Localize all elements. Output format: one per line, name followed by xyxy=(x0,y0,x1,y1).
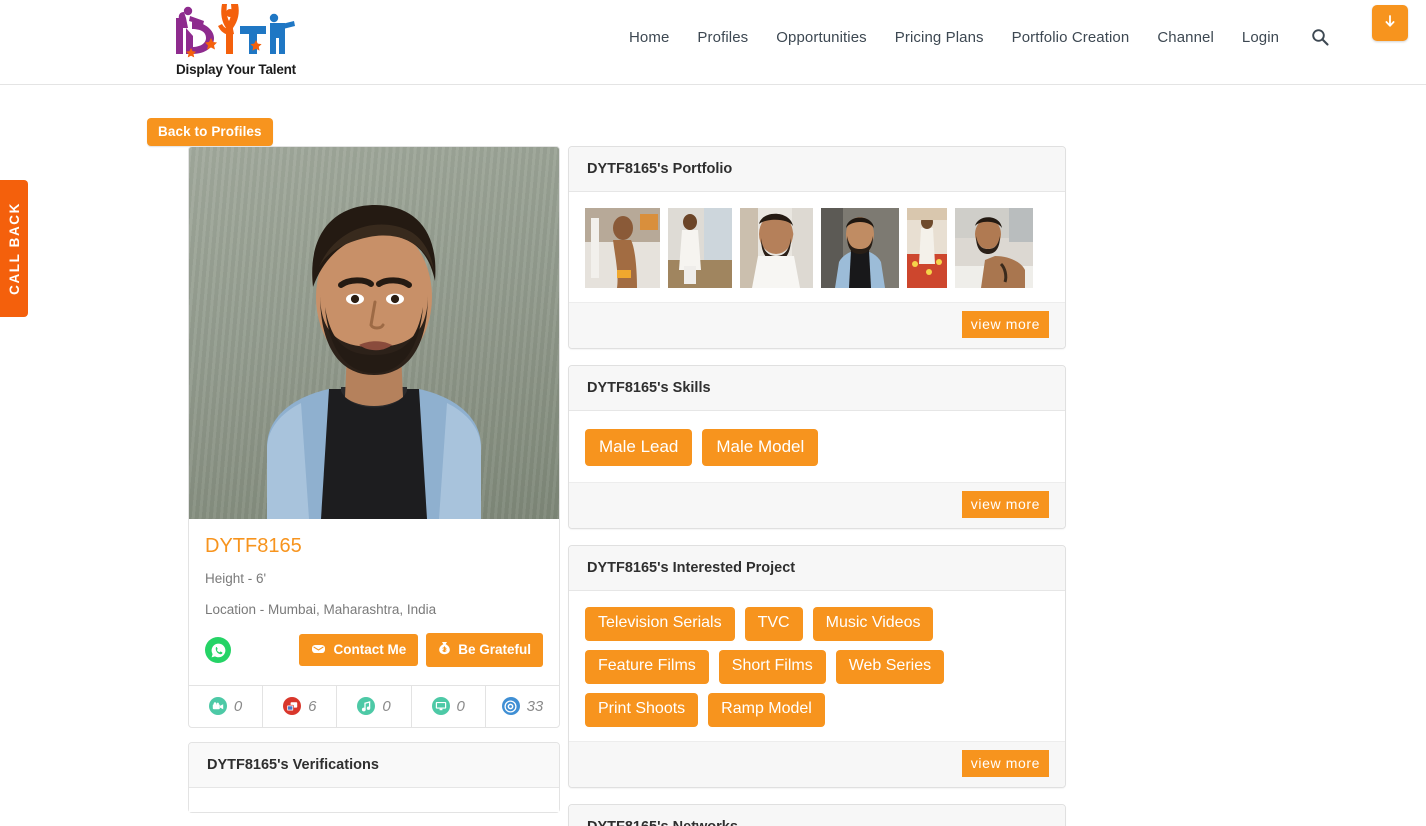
portfolio-thumb-2[interactable] xyxy=(668,208,732,288)
whatsapp-icon[interactable] xyxy=(205,637,231,663)
portfolio-header: DYTF8165's Portfolio xyxy=(569,147,1065,192)
networks-card: DYTF8165's Networks xyxy=(568,804,1066,826)
project-tag-feature-films[interactable]: Feature Films xyxy=(585,650,709,684)
profile-actions: Contact Me Be Grateful xyxy=(205,633,543,667)
nav-item-profiles[interactable]: Profiles xyxy=(683,29,762,46)
interested-project-title: DYTF8165's Interested Project xyxy=(587,560,796,576)
eye-views-icon xyxy=(501,697,520,715)
download-button[interactable] xyxy=(1372,5,1408,41)
profile-info: DYTF8165 Height - 6' Location - Mumbai, … xyxy=(189,519,559,685)
back-to-profiles-button[interactable]: Back to Profiles xyxy=(147,118,273,146)
envelope-icon xyxy=(311,642,326,657)
be-grateful-label: Be Grateful xyxy=(458,642,531,657)
stat-videos[interactable]: 0 xyxy=(189,686,264,727)
call-back-tab[interactable]: CALL BACK xyxy=(0,180,28,317)
portfolio-card: DYTF8165's Portfolio view more xyxy=(568,146,1066,349)
contact-me-button[interactable]: Contact Me xyxy=(299,634,419,666)
logo-mark-icon xyxy=(170,4,300,62)
monitor-icon xyxy=(431,697,450,715)
stat-photos-value: 6 xyxy=(308,697,317,715)
skills-footer: view more xyxy=(569,482,1065,528)
portfolio-thumbnails xyxy=(585,208,1049,288)
profile-photo[interactable] xyxy=(189,147,559,519)
stat-photos[interactable]: 6 xyxy=(263,686,338,727)
contact-me-label: Contact Me xyxy=(333,642,407,657)
profile-location: Location - Mumbai, Maharashtra, India xyxy=(205,602,437,617)
skills-tag-list: Male Lead Male Model xyxy=(585,429,1049,466)
skill-tag-male-model[interactable]: Male Model xyxy=(702,429,819,466)
project-tag-television-serials[interactable]: Television Serials xyxy=(585,607,735,641)
portfolio-body xyxy=(569,192,1065,302)
portfolio-thumb-6[interactable] xyxy=(955,208,1033,288)
skills-body: Male Lead Male Model xyxy=(569,411,1065,482)
profile-right-column: DYTF8165's Portfolio view more DYTF8165'… xyxy=(568,146,1066,826)
portfolio-title: DYTF8165's Portfolio xyxy=(587,161,733,177)
skill-tag-male-lead[interactable]: Male Lead xyxy=(585,429,693,466)
portfolio-thumb-5[interactable] xyxy=(907,208,947,288)
logo-tagline: Display Your Talent xyxy=(176,62,296,77)
stat-screen-value: 0 xyxy=(456,697,465,715)
nav-item-pricing-plans[interactable]: Pricing Plans xyxy=(881,29,998,46)
profile-left-column: DYTF8165 Height - 6' Location - Mumbai, … xyxy=(188,146,560,813)
stat-views[interactable]: 33 xyxy=(486,686,559,727)
project-tag-print-shoots[interactable]: Print Shoots xyxy=(585,693,699,727)
site-logo[interactable]: Display Your Talent xyxy=(170,4,300,82)
verifications-header: DYTF8165's Verifications xyxy=(189,743,559,788)
site-header: Display Your Talent Home Profiles Opport… xyxy=(0,0,1426,85)
nav-item-opportunities[interactable]: Opportunities xyxy=(762,29,881,46)
nav-item-portfolio-creation[interactable]: Portfolio Creation xyxy=(998,29,1144,46)
skills-view-more-button[interactable]: view more xyxy=(961,491,1049,518)
arrow-down-icon xyxy=(1383,14,1397,33)
interested-project-body: Television Serials TVC Music Videos Feat… xyxy=(569,591,1065,741)
portfolio-thumb-1[interactable] xyxy=(585,208,660,288)
money-bag-icon xyxy=(438,641,451,658)
verifications-body xyxy=(189,788,559,812)
profile-stats-bar: 0 6 0 0 33 xyxy=(189,685,559,727)
profile-height: Height - 6' xyxy=(205,571,267,586)
interested-project-tag-list: Television Serials TVC Music Videos Feat… xyxy=(585,607,1049,727)
project-tag-music-videos[interactable]: Music Videos xyxy=(812,607,934,641)
interested-project-header: DYTF8165's Interested Project xyxy=(569,546,1065,591)
stat-audio-value: 0 xyxy=(382,697,391,715)
search-icon[interactable] xyxy=(1311,28,1329,46)
stat-audio[interactable]: 0 xyxy=(337,686,412,727)
verifications-title: DYTF8165's Verifications xyxy=(207,757,379,773)
profile-card: DYTF8165 Height - 6' Location - Mumbai, … xyxy=(188,146,560,728)
interested-project-view-more-button[interactable]: view more xyxy=(961,750,1049,777)
nav-item-channel[interactable]: Channel xyxy=(1143,29,1228,46)
skills-title: DYTF8165's Skills xyxy=(587,380,711,396)
portfolio-thumb-4[interactable] xyxy=(821,208,899,288)
stat-views-value: 33 xyxy=(526,697,544,715)
networks-header: DYTF8165's Networks xyxy=(569,805,1065,826)
networks-title: DYTF8165's Networks xyxy=(587,819,1047,826)
main-navigation: Home Profiles Opportunities Pricing Plan… xyxy=(615,28,1329,46)
stat-screen[interactable]: 0 xyxy=(412,686,486,727)
interested-project-card: DYTF8165's Interested Project Television… xyxy=(568,545,1066,788)
portfolio-thumb-3[interactable] xyxy=(740,208,813,288)
stat-videos-value: 0 xyxy=(233,697,243,715)
nav-item-home[interactable]: Home xyxy=(615,29,683,46)
interested-project-footer: view more xyxy=(569,741,1065,787)
be-grateful-button[interactable]: Be Grateful xyxy=(426,633,543,667)
profile-name: DYTF8165 xyxy=(205,535,302,557)
portfolio-footer: view more xyxy=(569,302,1065,348)
photos-icon xyxy=(283,697,302,715)
video-camera-icon xyxy=(208,697,227,715)
project-tag-tvc[interactable]: TVC xyxy=(744,607,803,641)
music-note-icon xyxy=(357,697,376,715)
nav-item-login[interactable]: Login xyxy=(1228,29,1293,46)
project-tag-web-series[interactable]: Web Series xyxy=(835,650,945,684)
profile-photo-subject xyxy=(267,205,481,519)
call-back-label: CALL BACK xyxy=(6,202,22,295)
skills-header: DYTF8165's Skills xyxy=(569,366,1065,411)
portfolio-view-more-button[interactable]: view more xyxy=(961,311,1049,338)
project-tag-ramp-model[interactable]: Ramp Model xyxy=(708,693,825,727)
project-tag-short-films[interactable]: Short Films xyxy=(718,650,826,684)
skills-card: DYTF8165's Skills Male Lead Male Model v… xyxy=(568,365,1066,529)
verifications-card: DYTF8165's Verifications xyxy=(188,742,560,813)
